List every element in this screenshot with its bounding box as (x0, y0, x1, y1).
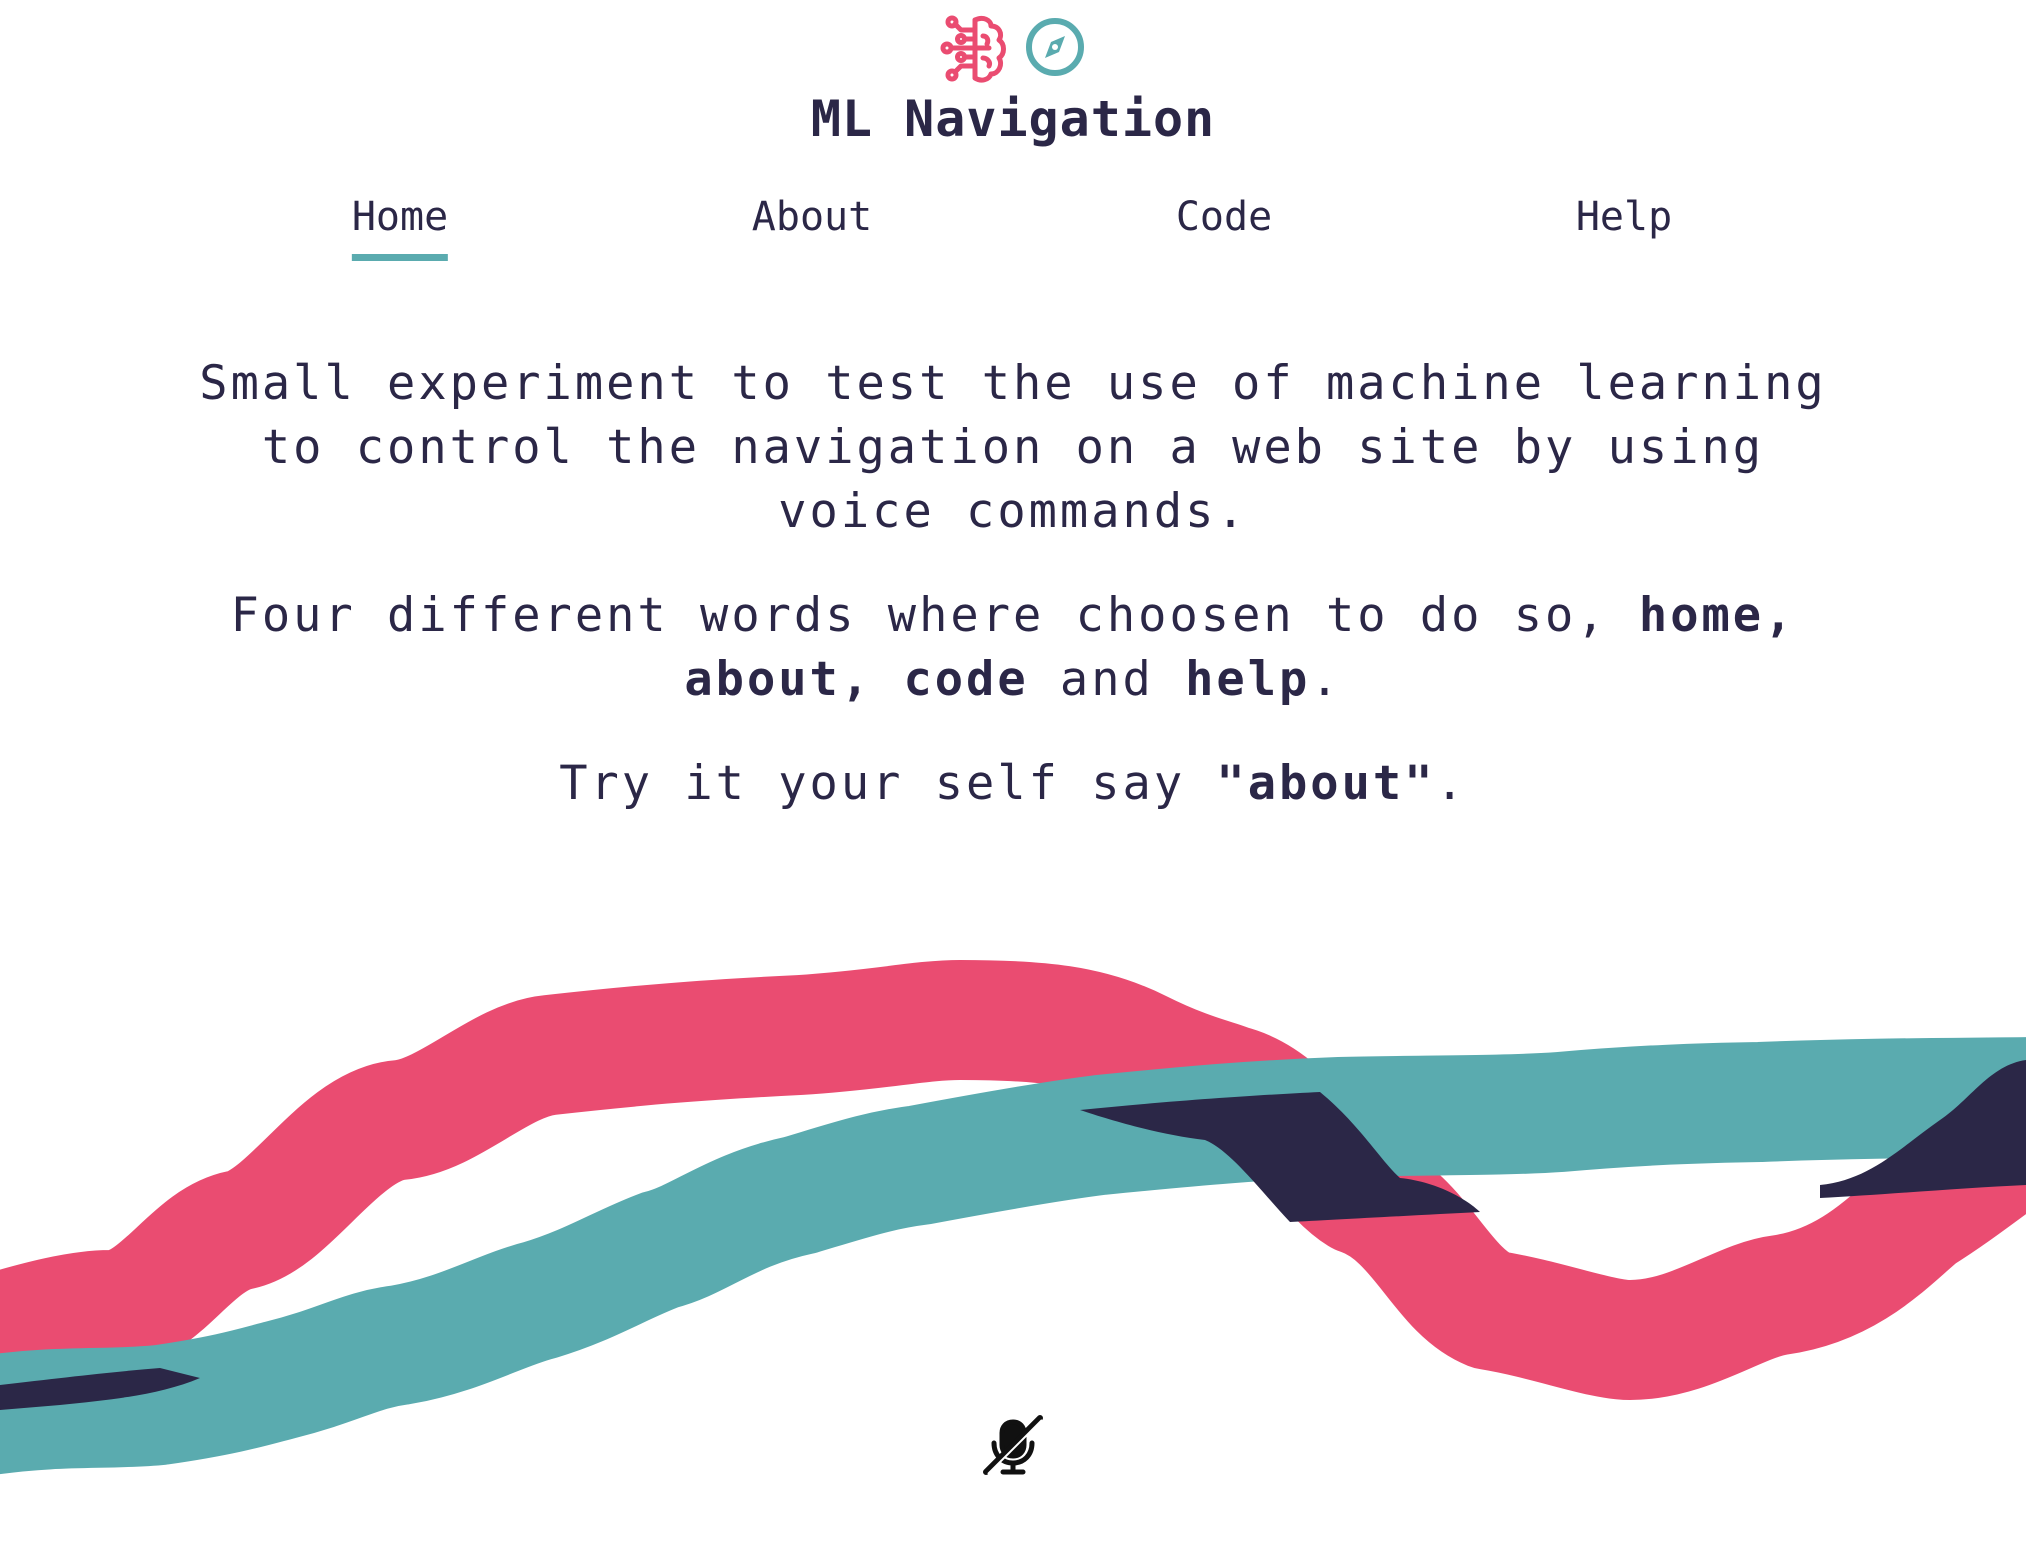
intro-paragraph: Small experiment to test the use of mach… (199, 356, 1827, 539)
microphone-off-icon[interactable] (980, 1412, 1046, 1478)
keywords-intro: Four different words where choosen to do… (230, 588, 1639, 643)
try-command: "about" (1216, 756, 1436, 811)
keyword-home: home, (1638, 588, 1796, 643)
keyword-code: code (903, 652, 1029, 707)
keywords-paragraph: Four different words where choosen to do… (170, 584, 1856, 712)
keyword-about: about, (684, 652, 873, 707)
try-paragraph: Try it your self say "about". (170, 752, 1856, 816)
nav-home[interactable]: Home (351, 194, 449, 261)
compass-icon (1026, 18, 1084, 76)
nav-help[interactable]: Help (1576, 194, 1672, 254)
page: ML Navigation Home About Code Help Small… (0, 0, 2026, 1556)
try-end: . (1435, 756, 1467, 811)
brain-circuit-icon (940, 15, 1006, 83)
keyword-help: help (1185, 652, 1311, 707)
nav-about[interactable]: About (752, 194, 872, 254)
logo (0, 14, 2026, 84)
page-title: ML Navigation (810, 90, 1216, 148)
keywords-and: and (1028, 652, 1186, 707)
keywords-end: . (1310, 652, 1342, 707)
main-nav: Home About Code Help (0, 194, 2026, 264)
try-intro: Try it your self say (559, 756, 1217, 811)
nav-code[interactable]: Code (1176, 194, 1272, 254)
intro-content: Small experiment to test the use of mach… (170, 352, 1856, 856)
